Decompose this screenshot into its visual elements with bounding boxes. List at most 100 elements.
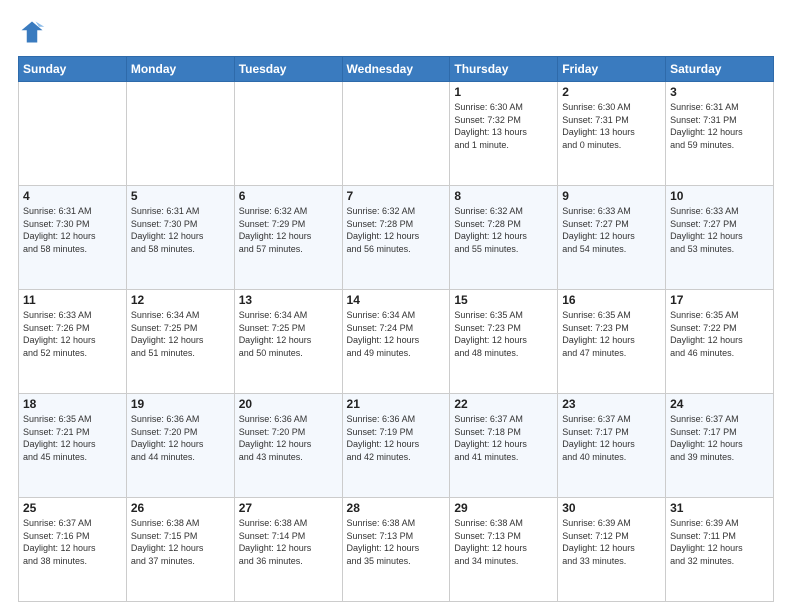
- calendar-cell: 25Sunrise: 6:37 AM Sunset: 7:16 PM Dayli…: [19, 498, 127, 602]
- calendar-cell: 2 Sunrise: 6:30 AM Sunset: 7:31 PM Daylig…: [558, 82, 666, 186]
- day-number: 29: [454, 501, 553, 515]
- calendar-cell: 15Sunrise: 6:35 AM Sunset: 7:23 PM Dayli…: [450, 290, 558, 394]
- day-number: 5: [131, 189, 230, 203]
- calendar-cell: [19, 82, 127, 186]
- weekday-header: Monday: [126, 57, 234, 82]
- calendar-cell: 6Sunrise: 6:32 AM Sunset: 7:29 PM Daylig…: [234, 186, 342, 290]
- calendar-cell: 1 Sunrise: 6:30 AM Sunset: 7:32 PM Daylig…: [450, 82, 558, 186]
- day-info: Sunrise: 6:33 AM Sunset: 7:26 PM Dayligh…: [23, 309, 122, 359]
- weekday-header: Saturday: [666, 57, 774, 82]
- calendar-cell: 30 Sunrise: 6:39 AM Sunset: 7:12 PM Dayli…: [558, 498, 666, 602]
- day-info: Sunrise: 6:37 AM Sunset: 7:17 PM Dayligh…: [562, 413, 661, 463]
- calendar-cell: 3Sunrise: 6:31 AM Sunset: 7:31 PM Daylig…: [666, 82, 774, 186]
- weekday-header: Friday: [558, 57, 666, 82]
- day-info: Sunrise: 6:32 AM Sunset: 7:28 PM Dayligh…: [347, 205, 446, 255]
- day-info: Sunrise: 6:39 AM Sunset: 7:12 PM Dayligh…: [562, 517, 661, 567]
- calendar-cell: 18Sunrise: 6:35 AM Sunset: 7:21 PM Dayli…: [19, 394, 127, 498]
- day-info: Sunrise: 6:30 AM Sunset: 7:31 PM Dayligh…: [562, 101, 661, 151]
- calendar-cell: 24 Sunrise: 6:37 AM Sunset: 7:17 PM Dayli…: [666, 394, 774, 498]
- weekday-header: Tuesday: [234, 57, 342, 82]
- day-number: 13: [239, 293, 338, 307]
- day-info: Sunrise: 6:38 AM Sunset: 7:15 PM Dayligh…: [131, 517, 230, 567]
- day-info: Sunrise: 6:35 AM Sunset: 7:23 PM Dayligh…: [454, 309, 553, 359]
- day-number: 26: [131, 501, 230, 515]
- calendar-table: SundayMondayTuesdayWednesdayThursdayFrid…: [18, 56, 774, 602]
- day-number: 1: [454, 85, 553, 99]
- day-info: Sunrise: 6:33 AM Sunset: 7:27 PM Dayligh…: [670, 205, 769, 255]
- calendar-week-row: 11 Sunrise: 6:33 AM Sunset: 7:26 PM Dayli…: [19, 290, 774, 394]
- day-info: Sunrise: 6:38 AM Sunset: 7:13 PM Dayligh…: [347, 517, 446, 567]
- day-number: 10: [670, 189, 769, 203]
- day-number: 2: [562, 85, 661, 99]
- day-info: Sunrise: 6:31 AM Sunset: 7:31 PM Dayligh…: [670, 101, 769, 151]
- day-info: Sunrise: 6:35 AM Sunset: 7:21 PM Dayligh…: [23, 413, 122, 463]
- day-number: 14: [347, 293, 446, 307]
- day-info: Sunrise: 6:36 AM Sunset: 7:19 PM Dayligh…: [347, 413, 446, 463]
- day-number: 23: [562, 397, 661, 411]
- calendar-cell: 11 Sunrise: 6:33 AM Sunset: 7:26 PM Dayli…: [19, 290, 127, 394]
- calendar-week-row: 4 Sunrise: 6:31 AM Sunset: 7:30 PM Daylig…: [19, 186, 774, 290]
- calendar-cell: 31 Sunrise: 6:39 AM Sunset: 7:11 PM Dayli…: [666, 498, 774, 602]
- day-info: Sunrise: 6:34 AM Sunset: 7:25 PM Dayligh…: [131, 309, 230, 359]
- day-number: 12: [131, 293, 230, 307]
- day-info: Sunrise: 6:36 AM Sunset: 7:20 PM Dayligh…: [131, 413, 230, 463]
- calendar-cell: 8Sunrise: 6:32 AM Sunset: 7:28 PM Daylig…: [450, 186, 558, 290]
- day-info: Sunrise: 6:38 AM Sunset: 7:13 PM Dayligh…: [454, 517, 553, 567]
- day-info: Sunrise: 6:33 AM Sunset: 7:27 PM Dayligh…: [562, 205, 661, 255]
- day-info: Sunrise: 6:36 AM Sunset: 7:20 PM Dayligh…: [239, 413, 338, 463]
- day-number: 24: [670, 397, 769, 411]
- day-number: 25: [23, 501, 122, 515]
- calendar-cell: 13 Sunrise: 6:34 AM Sunset: 7:25 PM Dayli…: [234, 290, 342, 394]
- logo-icon: [18, 18, 46, 46]
- day-info: Sunrise: 6:31 AM Sunset: 7:30 PM Dayligh…: [131, 205, 230, 255]
- day-info: Sunrise: 6:34 AM Sunset: 7:24 PM Dayligh…: [347, 309, 446, 359]
- calendar-week-row: 18Sunrise: 6:35 AM Sunset: 7:21 PM Dayli…: [19, 394, 774, 498]
- calendar-cell: 17Sunrise: 6:35 AM Sunset: 7:22 PM Dayli…: [666, 290, 774, 394]
- header: [18, 18, 774, 46]
- calendar-cell: 29 Sunrise: 6:38 AM Sunset: 7:13 PM Dayli…: [450, 498, 558, 602]
- day-info: Sunrise: 6:37 AM Sunset: 7:17 PM Dayligh…: [670, 413, 769, 463]
- day-info: Sunrise: 6:37 AM Sunset: 7:18 PM Dayligh…: [454, 413, 553, 463]
- calendar-cell: 14 Sunrise: 6:34 AM Sunset: 7:24 PM Dayli…: [342, 290, 450, 394]
- day-number: 4: [23, 189, 122, 203]
- page: SundayMondayTuesdayWednesdayThursdayFrid…: [0, 0, 792, 612]
- calendar-cell: 10 Sunrise: 6:33 AM Sunset: 7:27 PM Dayli…: [666, 186, 774, 290]
- weekday-header: Thursday: [450, 57, 558, 82]
- day-info: Sunrise: 6:31 AM Sunset: 7:30 PM Dayligh…: [23, 205, 122, 255]
- day-number: 28: [347, 501, 446, 515]
- calendar-cell: 27 Sunrise: 6:38 AM Sunset: 7:14 PM Dayli…: [234, 498, 342, 602]
- day-number: 21: [347, 397, 446, 411]
- day-info: Sunrise: 6:35 AM Sunset: 7:23 PM Dayligh…: [562, 309, 661, 359]
- day-number: 16: [562, 293, 661, 307]
- calendar-cell: [342, 82, 450, 186]
- weekday-header: Sunday: [19, 57, 127, 82]
- day-number: 20: [239, 397, 338, 411]
- day-info: Sunrise: 6:30 AM Sunset: 7:32 PM Dayligh…: [454, 101, 553, 151]
- calendar-cell: 22 Sunrise: 6:37 AM Sunset: 7:18 PM Dayli…: [450, 394, 558, 498]
- day-number: 17: [670, 293, 769, 307]
- calendar-cell: 4 Sunrise: 6:31 AM Sunset: 7:30 PM Daylig…: [19, 186, 127, 290]
- day-number: 6: [239, 189, 338, 203]
- day-info: Sunrise: 6:34 AM Sunset: 7:25 PM Dayligh…: [239, 309, 338, 359]
- calendar-week-row: 1 Sunrise: 6:30 AM Sunset: 7:32 PM Daylig…: [19, 82, 774, 186]
- calendar-week-row: 25Sunrise: 6:37 AM Sunset: 7:16 PM Dayli…: [19, 498, 774, 602]
- calendar-cell: 7 Sunrise: 6:32 AM Sunset: 7:28 PM Daylig…: [342, 186, 450, 290]
- day-number: 8: [454, 189, 553, 203]
- day-number: 7: [347, 189, 446, 203]
- day-number: 31: [670, 501, 769, 515]
- day-number: 30: [562, 501, 661, 515]
- day-number: 11: [23, 293, 122, 307]
- calendar-cell: 5 Sunrise: 6:31 AM Sunset: 7:30 PM Daylig…: [126, 186, 234, 290]
- calendar-cell: 12 Sunrise: 6:34 AM Sunset: 7:25 PM Dayli…: [126, 290, 234, 394]
- logo: [18, 18, 50, 46]
- calendar-cell: 9Sunrise: 6:33 AM Sunset: 7:27 PM Daylig…: [558, 186, 666, 290]
- calendar-cell: 23 Sunrise: 6:37 AM Sunset: 7:17 PM Dayli…: [558, 394, 666, 498]
- day-number: 22: [454, 397, 553, 411]
- calendar-header-row: SundayMondayTuesdayWednesdayThursdayFrid…: [19, 57, 774, 82]
- calendar-cell: 28 Sunrise: 6:38 AM Sunset: 7:13 PM Dayli…: [342, 498, 450, 602]
- day-info: Sunrise: 6:39 AM Sunset: 7:11 PM Dayligh…: [670, 517, 769, 567]
- day-info: Sunrise: 6:38 AM Sunset: 7:14 PM Dayligh…: [239, 517, 338, 567]
- calendar-cell: [126, 82, 234, 186]
- calendar-cell: [234, 82, 342, 186]
- day-number: 27: [239, 501, 338, 515]
